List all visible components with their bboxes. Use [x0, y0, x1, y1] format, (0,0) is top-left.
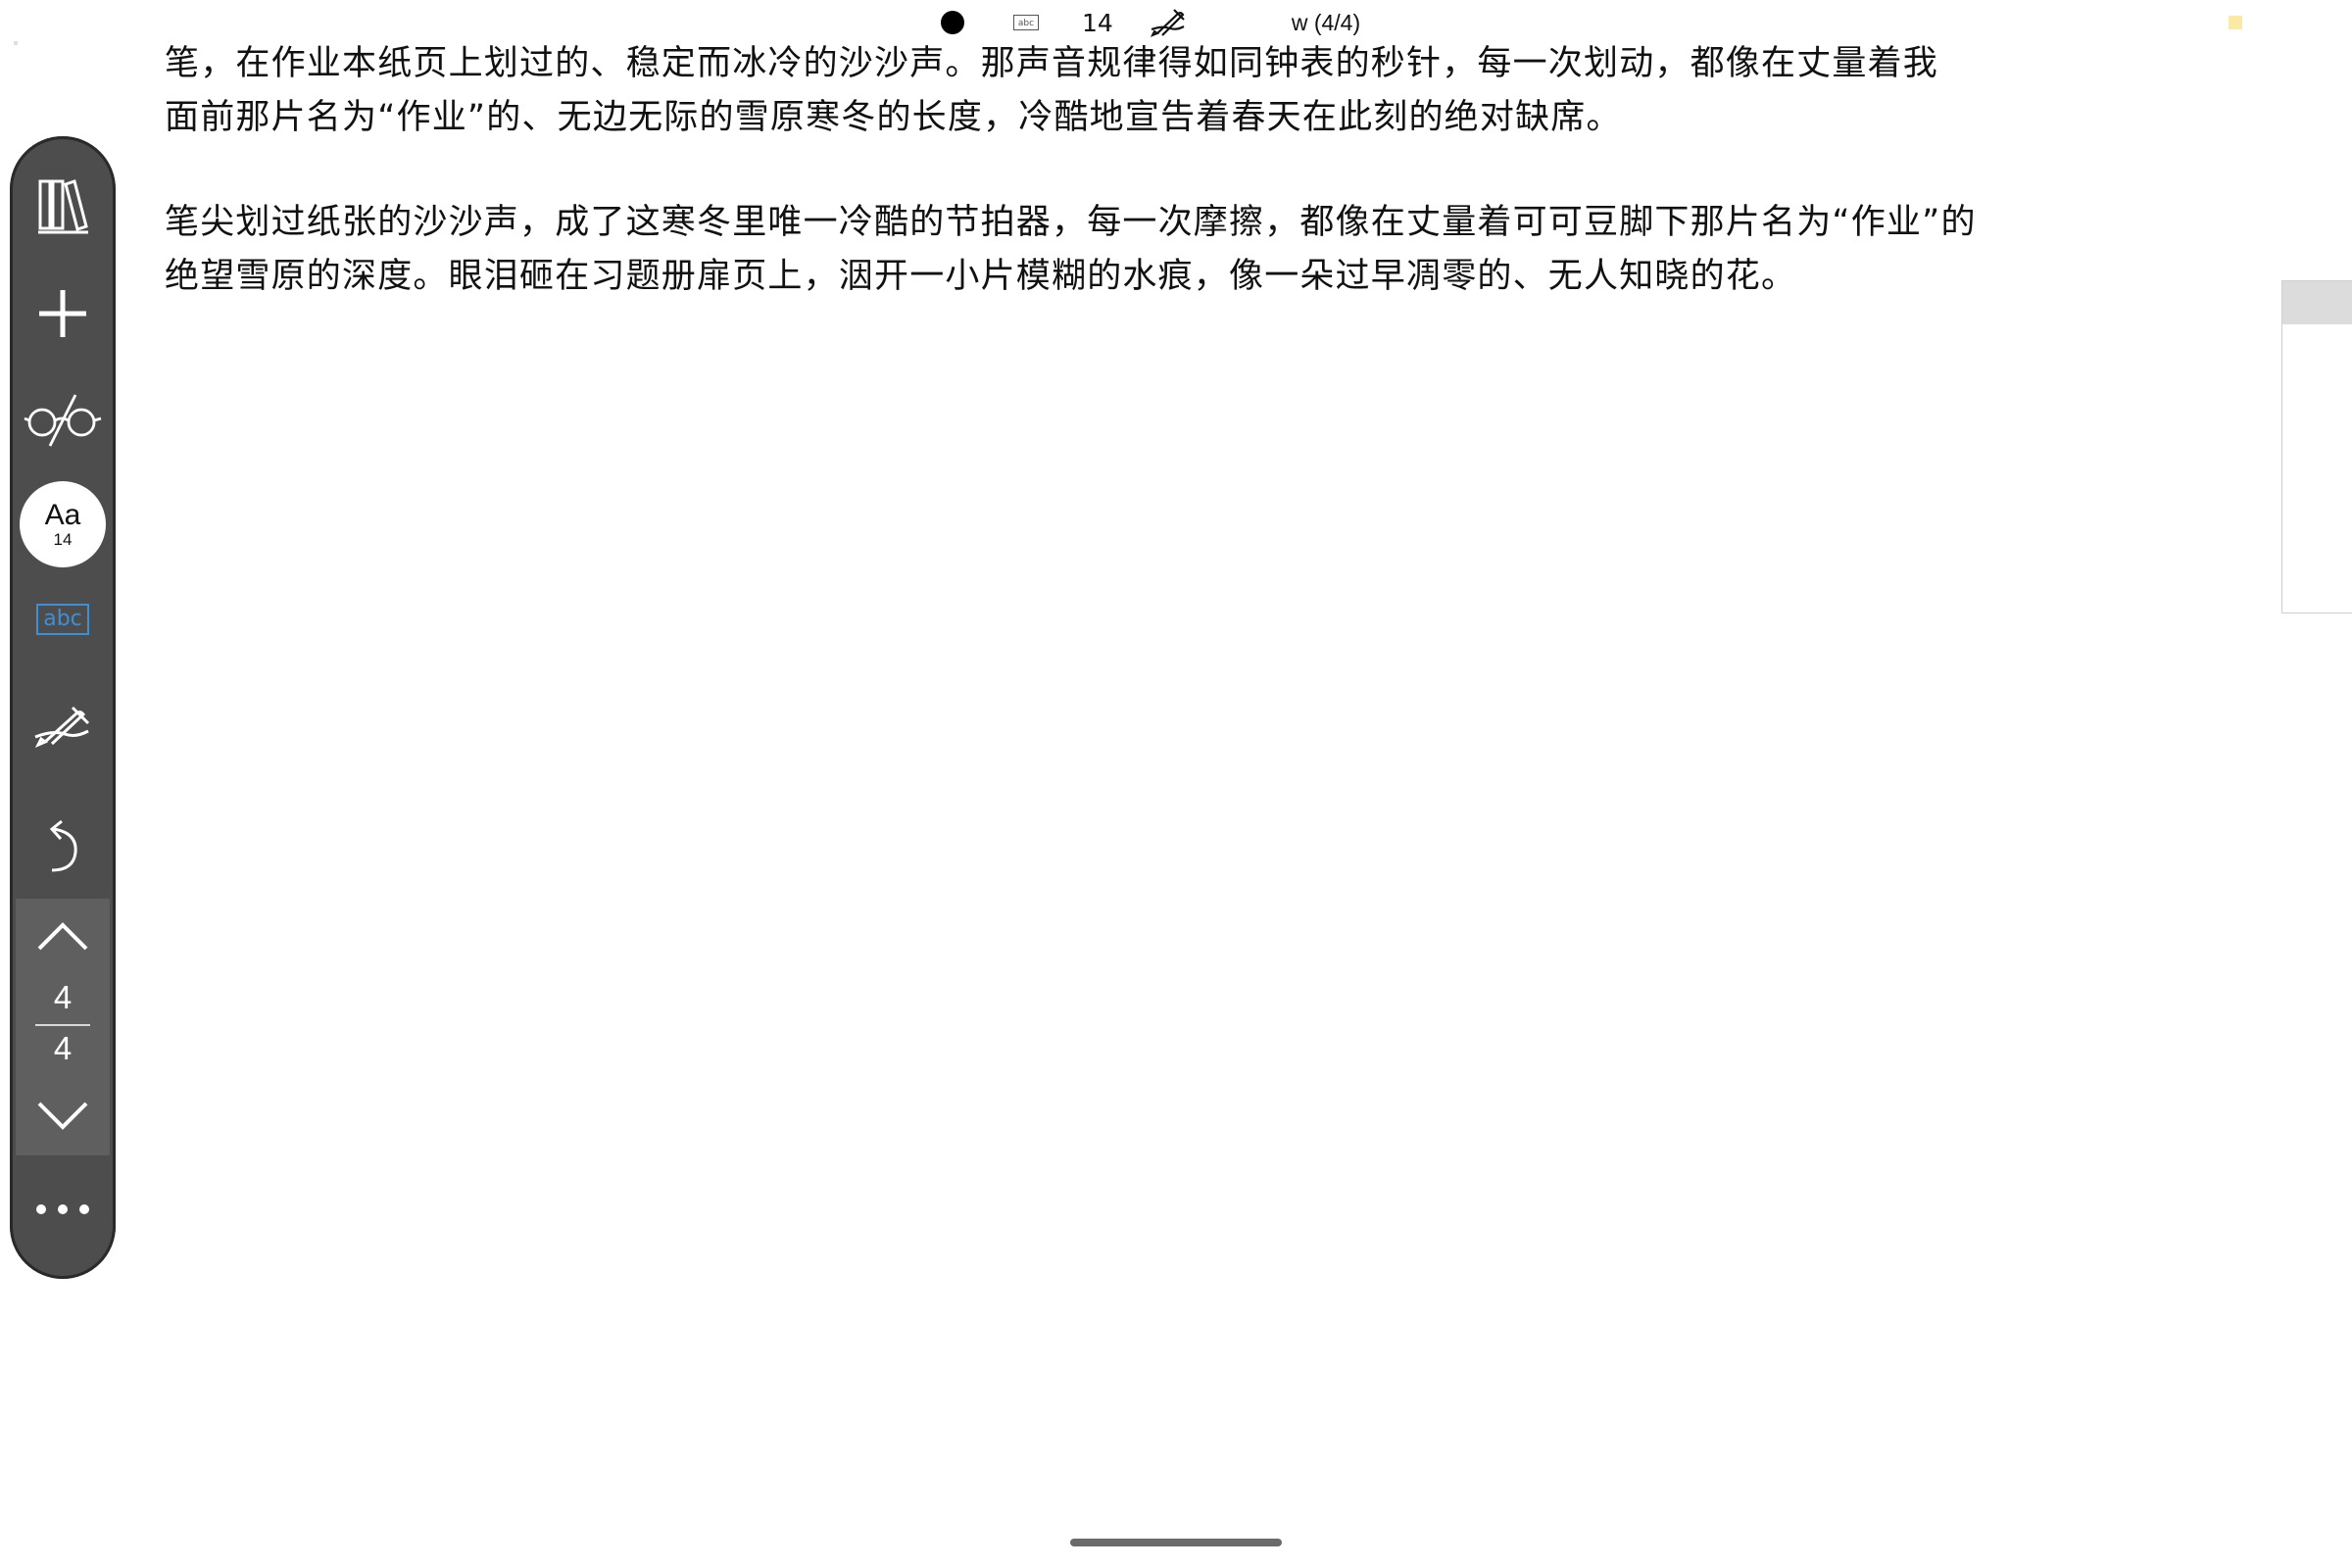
pen-crossed-icon [31, 704, 94, 749]
reading-area: 笔，在作业本纸页上划过的、稳定而冰冷的沙沙声。那声音规律得如同钟表的秒针，每一次… [165, 37, 2164, 355]
abc-button[interactable]: abc [10, 595, 116, 644]
paragraph: 笔尖划过纸张的沙沙声，成了这寒冬里唯一冷酷的节拍器，每一次摩擦，都像在丈量着可可… [165, 203, 1977, 296]
paragraph: 笔，在作业本纸页上划过的、稳定而冰冷的沙沙声。那声音规律得如同钟表的秒针，每一次… [165, 44, 1939, 137]
bookmark-marker[interactable] [2229, 16, 2242, 29]
page-down-button[interactable] [10, 1091, 116, 1140]
font-size-button[interactable]: Aa 14 [10, 479, 116, 569]
chevron-up-icon [36, 922, 89, 952]
home-indicator[interactable] [1070, 1539, 1282, 1546]
dot-icon [941, 11, 964, 34]
page-navigator: 4 4 [16, 899, 110, 1155]
abc-icon: abc [1013, 15, 1039, 30]
glasses-icon [23, 389, 103, 448]
add-button[interactable] [10, 279, 116, 348]
reading-mode-button[interactable] [10, 383, 116, 454]
current-page: 4 [53, 979, 73, 1015]
library-icon [35, 175, 90, 236]
annotation-toggle-button[interactable] [10, 697, 116, 756]
status-font-size: 14 [1082, 8, 1113, 37]
undo-button[interactable] [10, 814, 116, 877]
font-size-value: 14 [53, 530, 73, 549]
corner-dot [14, 41, 18, 45]
page-up-button[interactable] [10, 912, 116, 961]
more-button[interactable] [10, 1195, 116, 1224]
more-icon [33, 1203, 92, 1215]
side-tab-header [2282, 281, 2352, 324]
side-scroll-tab[interactable] [2281, 280, 2352, 613]
library-button[interactable] [10, 170, 116, 242]
plus-icon [37, 288, 88, 339]
status-bar: abc 14 w (4/4) [941, 6, 1360, 39]
total-pages: 4 [53, 1030, 73, 1066]
chevron-down-icon [36, 1101, 89, 1130]
abc-icon: abc [36, 604, 89, 635]
font-label: Aa [44, 499, 81, 531]
page-divider [35, 1024, 90, 1026]
reader-screen: abc 14 w (4/4) 笔，在作业本纸页上划过的、稳定而冰冷的沙沙声。那声… [0, 0, 2352, 1568]
status-page-info: w (4/4) [1291, 9, 1361, 35]
undo-icon [38, 817, 87, 874]
side-toolbar: Aa 14 abc 4 4 [10, 136, 116, 1279]
pen-crossed-icon [1149, 8, 1188, 37]
font-size-icon: Aa 14 [20, 481, 106, 567]
